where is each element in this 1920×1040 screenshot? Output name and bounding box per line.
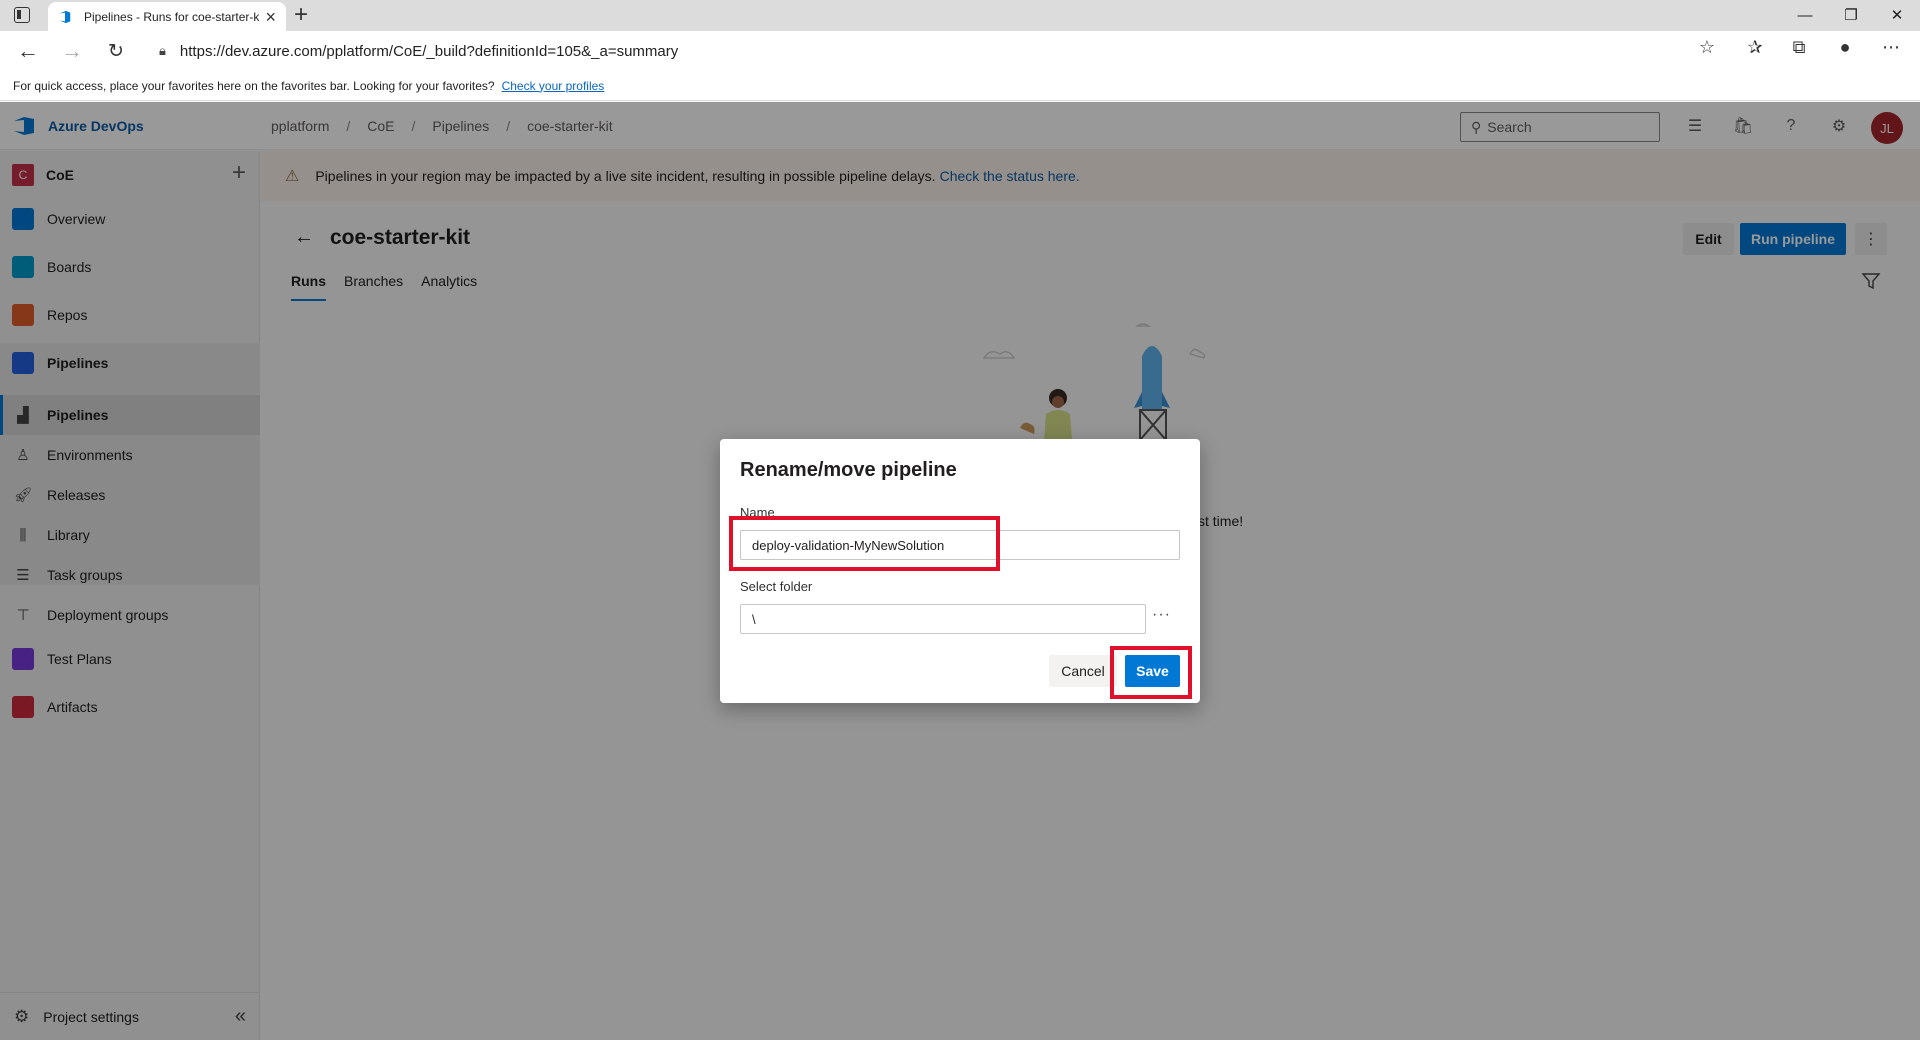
save-button[interactable]: Save: [1125, 655, 1180, 687]
tab-title: Pipelines - Runs for coe-starter-k: [84, 9, 259, 24]
add-favorite-icon[interactable]: ☆: [1692, 37, 1722, 58]
browser-tab[interactable]: Pipelines - Runs for coe-starter-k ×: [48, 2, 286, 31]
check-profiles-link[interactable]: Check your profiles: [502, 79, 605, 93]
browse-folder-icon[interactable]: ···: [1152, 606, 1171, 624]
azure-devops-favicon-icon: [59, 10, 71, 23]
folder-input-value: \: [752, 611, 756, 627]
name-input-value: deploy-validation-MyNewSolution: [752, 537, 945, 553]
favorites-bar: For quick access, place your favorites h…: [0, 71, 1920, 101]
collections-icon[interactable]: ⧉: [1784, 37, 1814, 58]
new-tab-icon[interactable]: +: [294, 2, 308, 28]
more-browser-icon[interactable]: ⋯: [1876, 37, 1906, 58]
tab-close-icon[interactable]: ×: [265, 8, 276, 26]
browser-tabstrip: Pipelines - Runs for coe-starter-k × + —…: [0, 0, 1920, 31]
minimize-icon[interactable]: —: [1782, 2, 1828, 28]
tab-actions-icon[interactable]: [14, 7, 30, 23]
refresh-icon[interactable]: ↻: [101, 37, 131, 65]
folder-input[interactable]: \: [740, 604, 1146, 634]
rename-move-dialog: Rename/move pipeline Name deploy-validat…: [720, 439, 1200, 703]
dialog-title: Rename/move pipeline: [740, 459, 957, 481]
name-input[interactable]: deploy-validation-MyNewSolution: [740, 530, 1180, 560]
favorites-text: For quick access, place your favorites h…: [13, 78, 495, 93]
address-bar: ← → ↻ 🔒︎ https://dev.azure.com/pplatform…: [0, 31, 1920, 71]
profile-icon[interactable]: ●: [1830, 37, 1860, 58]
url-text: https://dev.azure.com/pplatform/CoE/_bui…: [179, 42, 679, 60]
forward-icon[interactable]: →: [57, 37, 87, 65]
back-icon[interactable]: ←: [13, 37, 43, 65]
folder-label: Select folder: [740, 579, 813, 594]
url-field[interactable]: 🔒︎ https://dev.azure.com/pplatform/CoE/_…: [145, 36, 1705, 66]
lock-icon[interactable]: 🔒︎: [159, 43, 166, 59]
cancel-button[interactable]: Cancel: [1049, 655, 1117, 687]
favorites-icon[interactable]: ✰: [1740, 37, 1770, 58]
restore-icon[interactable]: ❐: [1828, 2, 1874, 28]
close-window-icon[interactable]: ✕: [1874, 2, 1920, 28]
name-label: Name: [740, 505, 775, 520]
